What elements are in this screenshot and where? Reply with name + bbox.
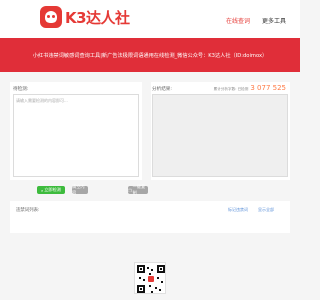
qr-finder bbox=[157, 265, 165, 273]
content-textarea[interactable]: 请输入需要检测的内容即可... bbox=[13, 94, 139, 177]
analysis-counter: 累计分析字数: 已检测 3 077 525 bbox=[214, 84, 286, 92]
qr-finder bbox=[137, 285, 145, 293]
qr-module bbox=[143, 279, 145, 281]
nav-item-more-tools[interactable]: 更多工具 bbox=[262, 16, 286, 25]
qr-pattern bbox=[137, 265, 165, 293]
logo[interactable]: K3达人社 bbox=[40, 6, 130, 28]
mark-banned-link[interactable]: 标记违禁词 bbox=[228, 207, 248, 213]
qr-module bbox=[155, 287, 157, 289]
qr-module bbox=[139, 277, 141, 279]
copy-button[interactable]: ❐ 一键复制 bbox=[128, 184, 148, 195]
qr-module bbox=[161, 281, 163, 283]
check-button[interactable]: ⌕ 立即检测 bbox=[37, 186, 65, 194]
copy-button-label: 一键复制 bbox=[132, 184, 146, 195]
result-panel: 分析结果: 累计分析字数: 已检测 3 077 525 bbox=[151, 82, 290, 180]
logo-icon bbox=[40, 6, 62, 28]
nav-item-online-check[interactable]: 在线查词 bbox=[226, 16, 250, 25]
top-nav: 在线查词 更多工具 bbox=[226, 16, 286, 25]
bottom-links: 标记违禁词 显示全部 bbox=[228, 207, 274, 213]
search-icon: ⌕ bbox=[40, 187, 44, 193]
qr-module bbox=[159, 289, 161, 291]
qr-module bbox=[149, 285, 151, 287]
clear-button-label: 清空内容 bbox=[72, 184, 85, 195]
banner-text: 小红书违禁词敏感词查询工具|新广告法极限词语通用在线检测_微信公众号：K3达人社… bbox=[32, 53, 268, 59]
count-label: 累计分析字数: 已检测 bbox=[213, 87, 249, 91]
qr-module bbox=[151, 269, 153, 271]
input-panel-title: 待检测: bbox=[13, 87, 29, 92]
result-box bbox=[152, 94, 288, 177]
copy-icon: ❐ bbox=[128, 187, 132, 193]
logo-text: K3达人社 bbox=[65, 8, 130, 27]
qr-module bbox=[157, 277, 159, 279]
qr-center-logo bbox=[148, 276, 154, 282]
banner: 小红书违禁词敏感词查询工具|新广告法极限词语通用在线检测_微信公众号：K3达人社… bbox=[0, 38, 300, 72]
qr-module bbox=[147, 267, 149, 269]
qr-finder bbox=[137, 265, 145, 273]
textarea-placeholder: 请输入需要检测的内容即可... bbox=[16, 98, 68, 103]
header: K3达人社 在线查词 更多工具 bbox=[0, 0, 300, 38]
input-panel: 待检测: 请输入需要检测的内容即可... bbox=[10, 82, 142, 180]
banned-words-panel: 违禁词列表: 标记违禁词 显示全部 bbox=[10, 201, 290, 233]
clear-button[interactable]: 清空内容 bbox=[72, 184, 88, 195]
check-button-label: 立即检测 bbox=[44, 187, 61, 192]
qr-code bbox=[134, 262, 166, 294]
qr-module bbox=[149, 273, 151, 275]
count-value: 3 077 525 bbox=[250, 84, 286, 92]
result-panel-title: 分析结果: bbox=[152, 87, 172, 92]
show-all-link[interactable]: 显示全部 bbox=[258, 207, 274, 213]
banned-words-title: 违禁词列表: bbox=[16, 208, 40, 213]
qr-module bbox=[151, 291, 153, 293]
